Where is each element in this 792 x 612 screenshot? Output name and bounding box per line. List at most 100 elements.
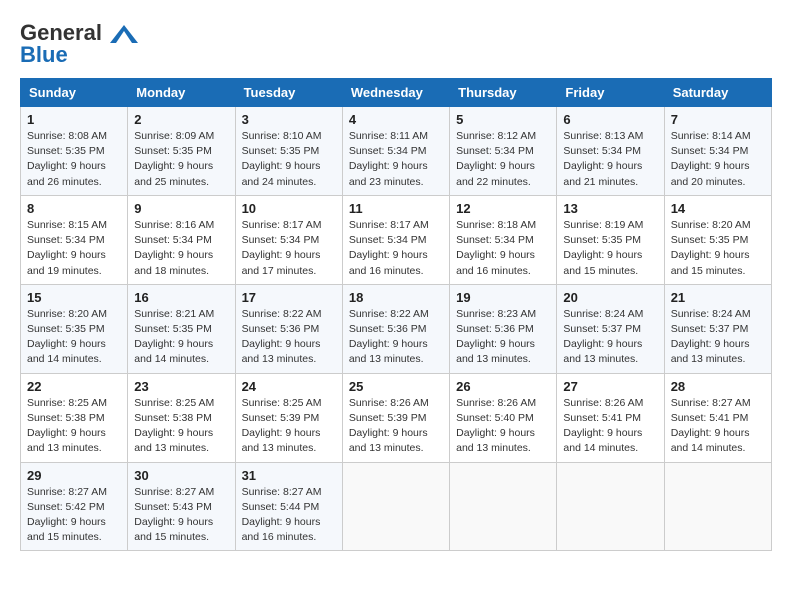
day-info: Sunrise: 8:24 AM Sunset: 5:37 PM Dayligh… xyxy=(671,307,765,368)
calendar-cell xyxy=(664,462,771,551)
day-info: Sunrise: 8:25 AM Sunset: 5:38 PM Dayligh… xyxy=(134,396,228,457)
day-info: Sunrise: 8:09 AM Sunset: 5:35 PM Dayligh… xyxy=(134,129,228,190)
day-info: Sunrise: 8:27 AM Sunset: 5:41 PM Dayligh… xyxy=(671,396,765,457)
day-info: Sunrise: 8:23 AM Sunset: 5:36 PM Dayligh… xyxy=(456,307,550,368)
day-info: Sunrise: 8:14 AM Sunset: 5:34 PM Dayligh… xyxy=(671,129,765,190)
calendar-cell: 26 Sunrise: 8:26 AM Sunset: 5:40 PM Dayli… xyxy=(450,373,557,462)
day-info: Sunrise: 8:27 AM Sunset: 5:42 PM Dayligh… xyxy=(27,485,121,546)
calendar-cell: 18Sunrise: 8:22 AM Sunset: 5:36 PM Dayli… xyxy=(342,284,449,373)
day-info: Sunrise: 8:27 AM Sunset: 5:44 PM Dayligh… xyxy=(242,485,336,546)
day-number: 12 xyxy=(456,201,550,216)
calendar-week-row: 29 Sunrise: 8:27 AM Sunset: 5:42 PM Dayli… xyxy=(21,462,772,551)
day-info: Sunrise: 8:22 AM Sunset: 5:36 PM Dayligh… xyxy=(242,307,336,368)
calendar-cell: 30 Sunrise: 8:27 AM Sunset: 5:43 PM Dayli… xyxy=(128,462,235,551)
day-number: 11 xyxy=(349,201,443,216)
calendar-cell: 25 Sunrise: 8:26 AM Sunset: 5:39 PM Dayli… xyxy=(342,373,449,462)
calendar-cell: 22 Sunrise: 8:25 AM Sunset: 5:38 PM Dayli… xyxy=(21,373,128,462)
calendar-cell: 21 Sunrise: 8:24 AM Sunset: 5:37 PM Dayli… xyxy=(664,284,771,373)
column-header-sunday: Sunday xyxy=(21,79,128,107)
day-info: Sunrise: 8:26 AM Sunset: 5:41 PM Dayligh… xyxy=(563,396,657,457)
day-info: Sunrise: 8:12 AM Sunset: 5:34 PM Dayligh… xyxy=(456,129,550,190)
calendar-cell xyxy=(342,462,449,551)
day-number: 23 xyxy=(134,379,228,394)
logo: General Blue xyxy=(20,20,138,68)
calendar-cell: 2 Sunrise: 8:09 AM Sunset: 5:35 PM Daylig… xyxy=(128,107,235,196)
calendar-cell: 20 Sunrise: 8:24 AM Sunset: 5:37 PM Dayli… xyxy=(557,284,664,373)
day-info: Sunrise: 8:20 AM Sunset: 5:35 PM Dayligh… xyxy=(671,218,765,279)
day-info: Sunrise: 8:18 AM Sunset: 5:34 PM Dayligh… xyxy=(456,218,550,279)
day-number: 16 xyxy=(134,290,228,305)
day-info: Sunrise: 8:17 AM Sunset: 5:34 PM Dayligh… xyxy=(349,218,443,279)
column-header-friday: Friday xyxy=(557,79,664,107)
calendar-cell: 29 Sunrise: 8:27 AM Sunset: 5:42 PM Dayli… xyxy=(21,462,128,551)
column-header-thursday: Thursday xyxy=(450,79,557,107)
day-info: Sunrise: 8:21 AM Sunset: 5:35 PM Dayligh… xyxy=(134,307,228,368)
day-number: 2 xyxy=(134,112,228,127)
day-number: 28 xyxy=(671,379,765,394)
calendar-cell: 6 Sunrise: 8:13 AM Sunset: 5:34 PM Daylig… xyxy=(557,107,664,196)
column-header-saturday: Saturday xyxy=(664,79,771,107)
day-info: Sunrise: 8:08 AM Sunset: 5:35 PM Dayligh… xyxy=(27,129,121,190)
day-number: 29 xyxy=(27,468,121,483)
day-number: 21 xyxy=(671,290,765,305)
calendar-cell: 10Sunrise: 8:17 AM Sunset: 5:34 PM Dayli… xyxy=(235,195,342,284)
calendar-cell: 31 Sunrise: 8:27 AM Sunset: 5:44 PM Dayli… xyxy=(235,462,342,551)
day-number: 15 xyxy=(27,290,121,305)
day-info: Sunrise: 8:16 AM Sunset: 5:34 PM Dayligh… xyxy=(134,218,228,279)
day-number: 4 xyxy=(349,112,443,127)
calendar-cell: 11 Sunrise: 8:17 AM Sunset: 5:34 PM Dayli… xyxy=(342,195,449,284)
day-number: 14 xyxy=(671,201,765,216)
day-number: 9 xyxy=(134,201,228,216)
day-number: 8 xyxy=(27,201,121,216)
calendar-week-row: 22 Sunrise: 8:25 AM Sunset: 5:38 PM Dayli… xyxy=(21,373,772,462)
day-number: 27 xyxy=(563,379,657,394)
day-info: Sunrise: 8:25 AM Sunset: 5:38 PM Dayligh… xyxy=(27,396,121,457)
day-info: Sunrise: 8:11 AM Sunset: 5:34 PM Dayligh… xyxy=(349,129,443,190)
calendar-cell: 15 Sunrise: 8:20 AM Sunset: 5:35 PM Dayli… xyxy=(21,284,128,373)
day-info: Sunrise: 8:10 AM Sunset: 5:35 PM Dayligh… xyxy=(242,129,336,190)
day-info: Sunrise: 8:25 AM Sunset: 5:39 PM Dayligh… xyxy=(242,396,336,457)
day-number: 30 xyxy=(134,468,228,483)
calendar-cell: 4 Sunrise: 8:11 AM Sunset: 5:34 PM Daylig… xyxy=(342,107,449,196)
column-header-monday: Monday xyxy=(128,79,235,107)
day-number: 1 xyxy=(27,112,121,127)
calendar-table: SundayMondayTuesdayWednesdayThursdayFrid… xyxy=(20,78,772,551)
day-number: 19 xyxy=(456,290,550,305)
day-number: 20 xyxy=(563,290,657,305)
day-number: 5 xyxy=(456,112,550,127)
calendar-cell: 7 Sunrise: 8:14 AM Sunset: 5:34 PM Daylig… xyxy=(664,107,771,196)
calendar-cell: 19 Sunrise: 8:23 AM Sunset: 5:36 PM Dayli… xyxy=(450,284,557,373)
column-header-tuesday: Tuesday xyxy=(235,79,342,107)
day-info: Sunrise: 8:26 AM Sunset: 5:39 PM Dayligh… xyxy=(349,396,443,457)
day-info: Sunrise: 8:24 AM Sunset: 5:37 PM Dayligh… xyxy=(563,307,657,368)
day-info: Sunrise: 8:22 AM Sunset: 5:36 PM Dayligh… xyxy=(349,307,443,368)
day-number: 22 xyxy=(27,379,121,394)
day-info: Sunrise: 8:15 AM Sunset: 5:34 PM Dayligh… xyxy=(27,218,121,279)
calendar-cell: 1 Sunrise: 8:08 AM Sunset: 5:35 PM Daylig… xyxy=(21,107,128,196)
day-info: Sunrise: 8:19 AM Sunset: 5:35 PM Dayligh… xyxy=(563,218,657,279)
logo-icon xyxy=(110,25,138,43)
day-number: 13 xyxy=(563,201,657,216)
day-number: 25 xyxy=(349,379,443,394)
calendar-body: 1 Sunrise: 8:08 AM Sunset: 5:35 PM Daylig… xyxy=(21,107,772,551)
calendar-cell: 24 Sunrise: 8:25 AM Sunset: 5:39 PM Dayli… xyxy=(235,373,342,462)
day-number: 31 xyxy=(242,468,336,483)
day-number: 7 xyxy=(671,112,765,127)
calendar-week-row: 15 Sunrise: 8:20 AM Sunset: 5:35 PM Dayli… xyxy=(21,284,772,373)
calendar-cell xyxy=(557,462,664,551)
day-number: 26 xyxy=(456,379,550,394)
day-info: Sunrise: 8:27 AM Sunset: 5:43 PM Dayligh… xyxy=(134,485,228,546)
day-number: 10 xyxy=(242,201,336,216)
day-info: Sunrise: 8:26 AM Sunset: 5:40 PM Dayligh… xyxy=(456,396,550,457)
day-number: 24 xyxy=(242,379,336,394)
day-number: 6 xyxy=(563,112,657,127)
day-info: Sunrise: 8:13 AM Sunset: 5:34 PM Dayligh… xyxy=(563,129,657,190)
calendar-cell: 3 Sunrise: 8:10 AM Sunset: 5:35 PM Daylig… xyxy=(235,107,342,196)
calendar-cell: 14 Sunrise: 8:20 AM Sunset: 5:35 PM Dayli… xyxy=(664,195,771,284)
calendar-cell: 16 Sunrise: 8:21 AM Sunset: 5:35 PM Dayli… xyxy=(128,284,235,373)
day-info: Sunrise: 8:20 AM Sunset: 5:35 PM Dayligh… xyxy=(27,307,121,368)
calendar-week-row: 1 Sunrise: 8:08 AM Sunset: 5:35 PM Daylig… xyxy=(21,107,772,196)
calendar-cell: 13 Sunrise: 8:19 AM Sunset: 5:35 PM Dayli… xyxy=(557,195,664,284)
day-number: 3 xyxy=(242,112,336,127)
calendar-cell: 28 Sunrise: 8:27 AM Sunset: 5:41 PM Dayli… xyxy=(664,373,771,462)
